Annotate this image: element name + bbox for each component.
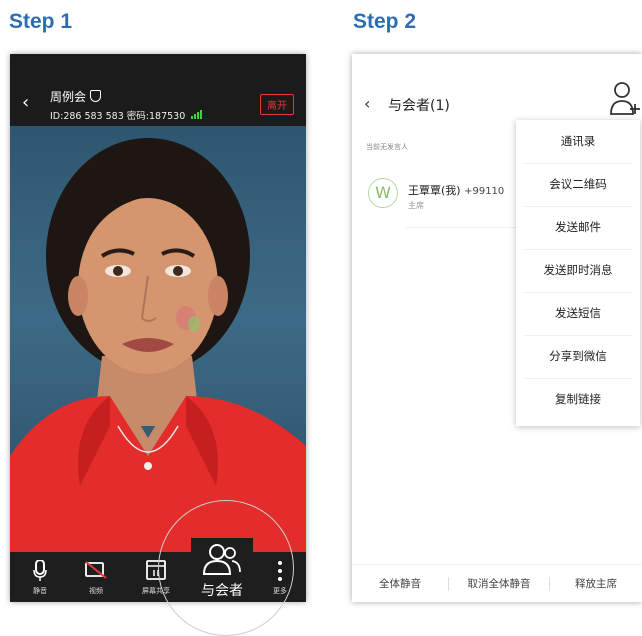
- menu-item-share-wechat[interactable]: 分享到微信: [516, 335, 640, 378]
- video-label: 视频: [89, 587, 103, 595]
- add-user-icon[interactable]: [610, 80, 640, 120]
- video-off-icon: [84, 560, 108, 584]
- step-2-title: Step 2: [353, 10, 417, 33]
- participant-row[interactable]: 王覃覃(我) +99110: [408, 182, 504, 198]
- release-host-button[interactable]: 释放主席: [550, 565, 642, 602]
- highlight-circle: [158, 500, 294, 636]
- row-divider: [406, 227, 526, 228]
- menu-item-copy-link[interactable]: 复制链接: [516, 378, 640, 421]
- shield-icon: [90, 90, 102, 102]
- mute-button[interactable]: 静音: [22, 552, 58, 602]
- video-feed: [10, 126, 306, 552]
- avatar: W: [368, 178, 398, 208]
- menu-item-send-im[interactable]: 发送即时消息: [516, 249, 640, 292]
- leave-button[interactable]: 离开: [260, 94, 294, 115]
- invite-menu: 通讯录 会议二维码 发送邮件 发送即时消息 发送短信 分享到微信 复制链接: [516, 120, 640, 426]
- microphone-icon: [33, 559, 47, 586]
- mute-all-button[interactable]: 全体静音: [352, 565, 448, 602]
- participant-role: 主席: [408, 201, 424, 210]
- menu-item-contacts[interactable]: 通讯录: [516, 120, 640, 163]
- back-icon[interactable]: ‹: [22, 92, 29, 113]
- menu-item-send-sms[interactable]: 发送短信: [516, 292, 640, 335]
- meeting-id: ID:286 583 583 密码:187530: [50, 111, 186, 122]
- meeting-name: 周例会: [50, 90, 87, 104]
- meeting-id-row: ID:286 583 583 密码:187530: [50, 108, 203, 122]
- participant-portrait: [10, 138, 306, 552]
- menu-item-qr-code[interactable]: 会议二维码: [516, 163, 640, 206]
- back-icon[interactable]: ‹: [364, 94, 370, 113]
- signal-icon: [191, 110, 203, 122]
- mute-label: 静音: [33, 587, 47, 595]
- video-button[interactable]: 视频: [78, 552, 114, 602]
- no-speaker-text: 当前无发言人: [366, 143, 408, 151]
- menu-item-send-email[interactable]: 发送邮件: [516, 206, 640, 249]
- participant-phone: +99110: [464, 186, 505, 197]
- participant-name: 王覃覃(我): [408, 184, 461, 197]
- meeting-title: 周例会: [50, 88, 102, 105]
- participants-footer: 全体静音 取消全体静音 释放主席: [352, 564, 642, 602]
- step-1-title: Step 1: [9, 10, 73, 33]
- participants-screen: ‹ 与会者(1) 当前无发言人 W 王覃覃(我) +99110 主席 通讯录 会…: [352, 54, 642, 602]
- unmute-all-button[interactable]: 取消全体静音: [449, 565, 549, 602]
- participants-title: 与会者(1): [388, 98, 450, 114]
- meeting-header: ‹ 周例会 ID:286 583 583 密码:187530 离开: [10, 54, 306, 126]
